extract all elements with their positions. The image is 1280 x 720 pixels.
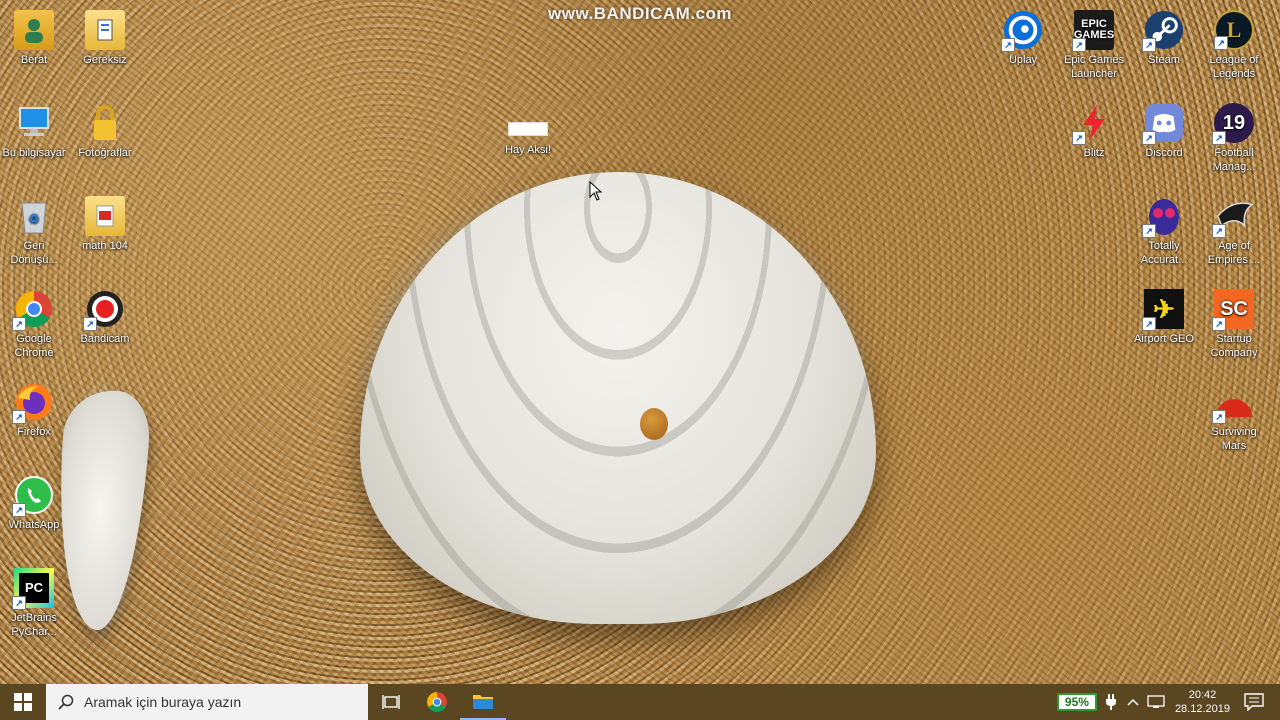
epic-games-icon: EPIC GAMES (1072, 10, 1114, 52)
desktop-icon-label: WhatsApp (8, 519, 60, 531)
chrome-icon (12, 289, 54, 331)
desktop-icon-label: Blitz (1083, 147, 1105, 159)
task-view-icon (382, 695, 400, 709)
desktop-icon-label: Berat (20, 54, 48, 66)
taskbar-file-explorer-button[interactable] (460, 684, 506, 720)
desktop-icon-label: Gereksiz (83, 54, 127, 66)
clock-time: 20:42 (1188, 689, 1217, 701)
svg-text:♻: ♻ (29, 212, 40, 226)
taskbar: Aramak için buraya yazın 95% 20:42 28.12… (0, 684, 1280, 720)
desktop-icon-label: Discord (1145, 147, 1183, 159)
airport-geo-icon: ✈ (1142, 289, 1184, 331)
taskbar-clock[interactable]: 20:42 28.12.2019 (1175, 688, 1230, 716)
desktop-icon-label: Hay Aksi! (505, 144, 551, 156)
search-icon (58, 694, 74, 710)
desktop-icon-startup-company[interactable]: SC Startup Company (1198, 289, 1270, 360)
system-tray: 95% 20:42 28.12.2019 (1056, 684, 1280, 720)
desktop-icon-label: Totally Accurat... (1140, 240, 1188, 266)
desktop-icon-label: Uplay (1008, 54, 1038, 66)
desktop-icon-fotograflar[interactable]: Fotoğraflar (69, 103, 141, 160)
firefox-icon (12, 382, 54, 424)
totally-accurate-icon (1142, 196, 1184, 238)
desktop-icon-uplay[interactable]: Uplay (987, 10, 1059, 67)
blitz-icon (1072, 103, 1114, 145)
desktop-icon-bandicam[interactable]: Bandicam (69, 289, 141, 346)
desktop-icon-label: Bandicam (80, 333, 130, 345)
desktop-icon-label: Airport GEO (1134, 333, 1194, 345)
desktop-icon-totally-accurate[interactable]: Totally Accurat... (1128, 196, 1200, 267)
desktop-icon-blitz[interactable]: Blitz (1058, 103, 1130, 160)
desktop-icon-math-104[interactable]: math 104 (69, 196, 141, 253)
desktop-icon-steam[interactable]: Steam (1128, 10, 1200, 67)
desktop-icon-label: Startup Company (1210, 333, 1258, 359)
power-plug-icon[interactable] (1105, 694, 1117, 710)
start-button[interactable] (0, 684, 46, 720)
whatsapp-icon (12, 475, 54, 517)
taskbar-chrome-button[interactable] (414, 684, 460, 720)
chevron-up-icon[interactable] (1127, 697, 1139, 707)
desktop-icon-recycle-bin[interactable]: ♻ Geri Dönüşü... (0, 196, 70, 267)
desktop-icon-label: League of Legends (1209, 54, 1259, 80)
desktop-icon-this-pc[interactable]: Bu bilgisayar (0, 103, 70, 160)
folder-icon (85, 10, 125, 50)
desktop-icon-league-of-legends[interactable]: L League of Legends (1198, 10, 1270, 81)
desktop-icon-label: Age of Empires ... (1207, 240, 1261, 266)
mouse-cursor-icon (589, 181, 603, 201)
desktop-icon-firefox[interactable]: Firefox (0, 382, 70, 439)
startup-company-icon: SC (1212, 289, 1254, 331)
desktop-icon-label: Fotoğraflar (78, 147, 132, 159)
desktop-icon-label: Surviving Mars (1211, 426, 1257, 452)
locked-folder-icon (85, 103, 125, 143)
desktop-icon-hay-aksi[interactable]: Hay Aksi! (492, 118, 564, 157)
discord-icon (1142, 103, 1184, 145)
desktop-icon-label: Geri Dönüşü... (10, 240, 58, 266)
desktop-icon-label: math 104 (82, 240, 128, 252)
this-pc-icon (14, 103, 54, 143)
battery-indicator[interactable]: 95% (1056, 693, 1097, 711)
seashell-wallpaper-shape (360, 172, 876, 624)
steam-icon (1142, 10, 1184, 52)
desktop-icon-berat[interactable]: Berat (0, 10, 70, 67)
desktop-icon-label: Google Chrome (14, 333, 54, 359)
desktop-icon-airport-geo[interactable]: ✈ Airport GEO (1128, 289, 1200, 346)
desktop-icon-football-manager[interactable]: 19 Football Manag... (1198, 103, 1270, 174)
desktop-icon-label: Football Manag... (1212, 147, 1256, 173)
desktop-icon-pycharm[interactable]: PC JetBrains PyChar... (0, 568, 70, 639)
desktop-icon-discord[interactable]: Discord (1128, 103, 1200, 160)
bandicam-icon (83, 289, 125, 331)
desktop-icon-epic-games[interactable]: EPIC GAMES Epic Games Launcher (1058, 10, 1130, 81)
task-view-button[interactable] (368, 684, 414, 720)
football-manager-icon: 19 (1212, 103, 1254, 145)
pycharm-icon: PC (12, 568, 54, 610)
windows-logo-icon (14, 693, 32, 711)
search-placeholder: Aramak için buraya yazın (84, 694, 242, 710)
file-explorer-icon (473, 695, 493, 709)
desktop-icon-label: Steam (1148, 54, 1180, 66)
desktop-icon-label: Firefox (17, 426, 51, 438)
user-folder-icon (14, 10, 54, 50)
sand-pebble (640, 408, 668, 440)
network-icon[interactable] (1147, 695, 1165, 709)
uplay-icon (1001, 10, 1043, 52)
desktop-icon-gereksiz[interactable]: Gereksiz (69, 10, 141, 67)
desktop-icon-age-of-empires[interactable]: Age of Empires ... (1198, 196, 1270, 267)
blank-file-icon (508, 118, 548, 140)
desktop-icon-google-chrome[interactable]: Google Chrome (0, 289, 70, 360)
desktop-icon-label: JetBrains PyChar... (11, 612, 57, 638)
chrome-icon (427, 692, 447, 712)
league-icon: L (1214, 10, 1254, 50)
surviving-mars-icon (1212, 382, 1254, 424)
notification-center-icon[interactable] (1244, 693, 1264, 711)
pdf-folder-icon (85, 196, 125, 236)
recycle-bin-icon: ♻ (14, 196, 54, 236)
desktop-icon-whatsapp[interactable]: WhatsApp (0, 475, 70, 532)
age-of-empires-icon (1212, 196, 1254, 238)
desktop-icon-surviving-mars[interactable]: Surviving Mars (1198, 382, 1270, 453)
desktop-icon-label: Epic Games Launcher (1064, 54, 1124, 80)
clock-date: 28.12.2019 (1174, 703, 1230, 715)
desktop-icon-label: Bu bilgisayar (2, 147, 66, 159)
taskbar-search-box[interactable]: Aramak için buraya yazın (46, 684, 368, 720)
